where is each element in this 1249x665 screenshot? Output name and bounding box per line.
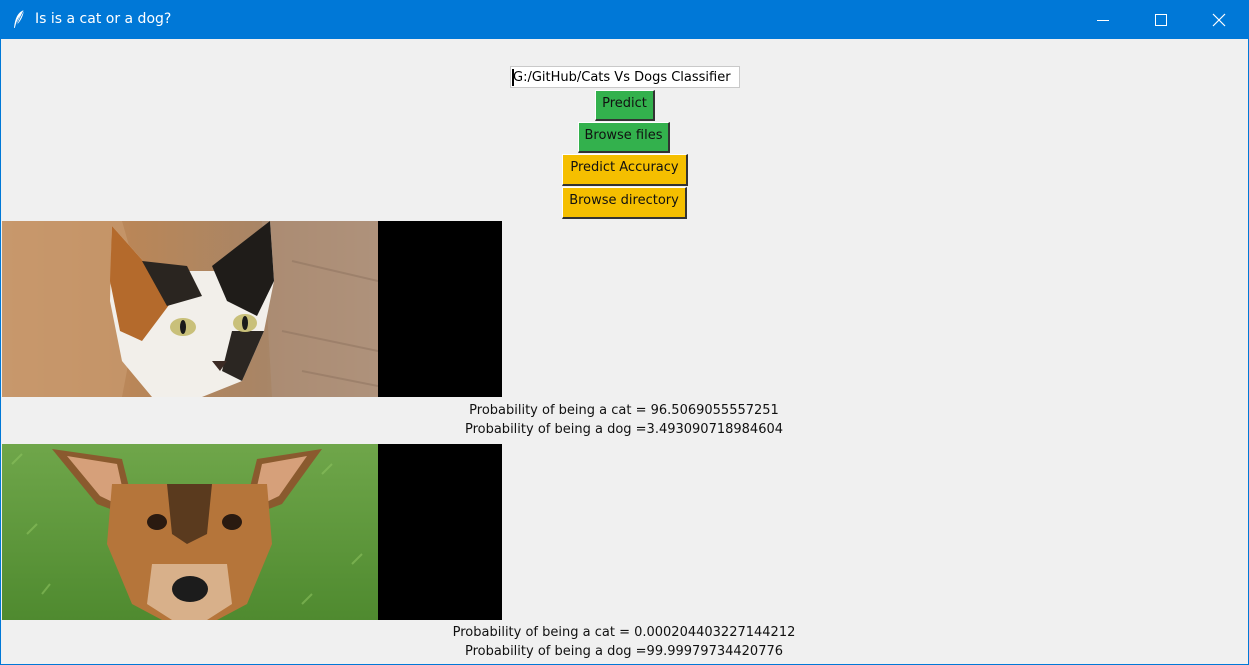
result-image-1 <box>2 221 502 397</box>
maximize-icon <box>1155 14 1167 26</box>
file-path-input[interactable] <box>510 66 740 88</box>
browse-directory-button[interactable]: Browse directory <box>562 187 687 219</box>
window-title: Is is a cat or a dog? <box>35 11 172 27</box>
minimize-icon <box>1097 20 1109 21</box>
close-icon <box>1212 13 1226 27</box>
predict-button[interactable]: Predict <box>595 90 655 121</box>
cat-photo <box>2 221 378 397</box>
dog-probability-text-1: Probability of being a dog =3.4930907189… <box>464 422 784 437</box>
dog-probability-text-2: Probability of being a dog =99.999797344… <box>464 644 784 659</box>
predict-accuracy-button[interactable]: Predict Accuracy <box>562 154 688 186</box>
cat-probability-text-2: Probability of being a cat = 0.000204403… <box>452 625 796 640</box>
dog-photo <box>2 444 378 620</box>
title-bar[interactable]: Is is a cat or a dog? <box>1 0 1249 39</box>
maximize-button[interactable] <box>1132 0 1190 39</box>
feather-icon <box>14 9 25 29</box>
cat-probability-text-1: Probability of being a cat = 96.50690555… <box>469 403 779 418</box>
minimize-button[interactable] <box>1074 0 1132 39</box>
app-window: Is is a cat or a dog? Predict Browse fil… <box>0 0 1249 665</box>
close-button[interactable] <box>1190 0 1248 39</box>
result-image-2 <box>2 444 502 620</box>
text-cursor <box>512 69 514 86</box>
browse-files-button[interactable]: Browse files <box>578 122 670 153</box>
